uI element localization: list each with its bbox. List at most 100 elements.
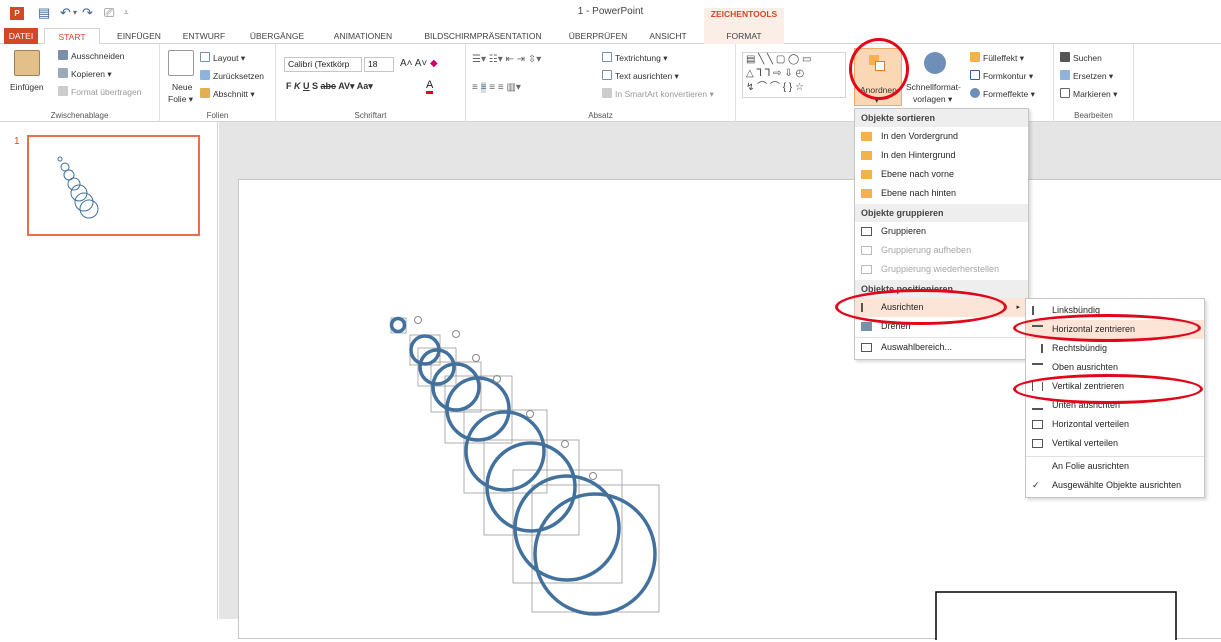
copy-icon bbox=[58, 68, 68, 78]
replace-icon bbox=[1060, 70, 1070, 80]
alignment-buttons[interactable]: ≡ ≡ ≡ ≡ ▥▾ bbox=[472, 82, 521, 93]
paste-button[interactable]: Einfügen bbox=[10, 82, 44, 93]
distribute-horizontal-icon bbox=[1032, 420, 1043, 429]
align-selected-objects-item[interactable]: ✓ Ausgewählte Objekte ausrichten bbox=[1026, 476, 1204, 495]
format-painter-button[interactable]: Format übertragen bbox=[58, 86, 141, 98]
slide-thumbnail[interactable] bbox=[27, 135, 200, 236]
ribbon-tabs: DATEI START EINFÜGEN ENTWURF ÜBERGÄNGE A… bbox=[0, 28, 1221, 45]
outline-label: Formkontur bbox=[983, 71, 1027, 81]
quick-styles-icon[interactable] bbox=[924, 52, 946, 74]
annotation-oval-arrange bbox=[849, 38, 909, 100]
group-label-clipboard: Zwischenablage bbox=[50, 111, 109, 120]
tab-format[interactable]: FORMAT bbox=[704, 28, 784, 44]
shape-fill-button[interactable]: Fülleffekt ▾ bbox=[970, 52, 1024, 64]
align-text-icon bbox=[602, 70, 612, 80]
tab-ansicht[interactable]: ANSICHT bbox=[638, 28, 698, 44]
paste-icon[interactable] bbox=[14, 50, 40, 76]
new-slide-label-1[interactable]: Neue bbox=[172, 82, 192, 93]
select-label: Markieren bbox=[1073, 89, 1111, 99]
brush-icon bbox=[58, 86, 68, 96]
tab-ueberpruefen[interactable]: ÜBERPRÜFEN bbox=[560, 28, 636, 44]
pen-outline-icon bbox=[970, 70, 980, 80]
find-button[interactable]: Suchen bbox=[1060, 52, 1102, 64]
cut-button[interactable]: Ausschneiden bbox=[58, 50, 124, 62]
distribute-vertical-icon bbox=[1032, 439, 1043, 448]
reset-icon bbox=[200, 70, 210, 80]
find-label: Suchen bbox=[1073, 53, 1102, 63]
send-to-back-icon bbox=[861, 151, 872, 160]
align-text-label: Text ausrichten bbox=[615, 71, 673, 81]
font-style-buttons[interactable]: F K U S abc AV▾ Aa▾ bbox=[286, 81, 373, 92]
group-label-font: Schriftart bbox=[354, 111, 387, 120]
menu-header-group: Objekte gruppieren bbox=[855, 204, 1028, 222]
font-size-select[interactable]: 18 bbox=[364, 57, 394, 72]
distribute-vertical-item[interactable]: Vertikal verteilen bbox=[1026, 434, 1204, 453]
checkmark-icon: ✓ bbox=[1032, 480, 1040, 490]
tab-uebergaenge[interactable]: ÜBERGÄNGE bbox=[236, 28, 318, 44]
tab-bildschirmpraesentation[interactable]: BILDSCHIRMPRÄSENTATION bbox=[408, 28, 558, 44]
menu-item-send-backward[interactable]: Ebene nach hinten bbox=[855, 184, 1028, 203]
fill-bucket-icon bbox=[970, 52, 980, 62]
distribute-horizontal-item[interactable]: Horizontal verteilen bbox=[1026, 415, 1204, 434]
menu-item-bring-forward[interactable]: Ebene nach vorne bbox=[855, 165, 1028, 184]
menu-item-group[interactable]: Gruppieren bbox=[855, 222, 1028, 241]
new-slide-label-2[interactable]: Folie ▾ bbox=[168, 94, 193, 105]
font-grow-shrink-buttons[interactable]: A˄ A˅ ◆ bbox=[400, 58, 438, 69]
list-buttons[interactable]: ☰▾ ☷▾ ⇤ ⇥ ⇳▾ bbox=[472, 54, 541, 65]
ungroup-icon bbox=[861, 246, 872, 255]
ribbon: Einfügen Ausschneiden Kopieren ▾ Format … bbox=[0, 44, 1221, 122]
select-button[interactable]: Markieren ▾ bbox=[1060, 88, 1117, 100]
menu-item-selection-pane[interactable]: Auswahlbereich... bbox=[855, 337, 1028, 356]
menu-item-bring-to-front[interactable]: In den Vordergrund bbox=[855, 127, 1028, 146]
slide-number: 1 bbox=[14, 136, 20, 147]
text-direction-label: Textrichtung bbox=[615, 53, 661, 63]
copy-button[interactable]: Kopieren ▾ bbox=[58, 68, 112, 80]
bring-to-front-icon bbox=[861, 132, 872, 141]
submenu-arrow-icon: ▸ bbox=[1016, 304, 1020, 311]
smartart-button[interactable]: In SmartArt konvertieren ▾ bbox=[602, 88, 714, 100]
align-selected-objects-label: Ausgewählte Objekte ausrichten bbox=[1052, 480, 1182, 490]
section-label: Abschnitt bbox=[213, 89, 248, 99]
group-clipboard: Einfügen Ausschneiden Kopieren ▾ Format … bbox=[0, 44, 160, 122]
group-slides: Neue Folie ▾ Layout ▾ Zurücksetzen Absch… bbox=[160, 44, 276, 122]
shapes-gallery[interactable]: ▤ ╲ ╲ ▢ ◯ ▭ △ ⅂ ⅂ ⇨ ⇩ ◴ ↯ ⌒ ⌒ { } ☆ bbox=[742, 52, 846, 98]
tab-datei[interactable]: DATEI bbox=[4, 28, 38, 44]
group-paragraph: ☰▾ ☷▾ ⇤ ⇥ ⇳▾ Textrichtung ▾ Text ausrich… bbox=[466, 44, 736, 122]
section-button[interactable]: Abschnitt ▾ bbox=[200, 88, 255, 100]
shape-effects-button[interactable]: Formeffekte ▾ bbox=[970, 88, 1035, 100]
binoculars-icon bbox=[1060, 52, 1070, 62]
ungroup-label: Gruppierung aufheben bbox=[881, 245, 972, 255]
regroup-icon bbox=[861, 265, 872, 274]
align-to-slide-item[interactable]: An Folie ausrichten bbox=[1026, 456, 1204, 475]
painter-label: Format übertragen bbox=[71, 87, 142, 97]
menu-item-regroup[interactable]: Gruppierung wiederherstellen bbox=[855, 260, 1028, 279]
group-label-slides: Folien bbox=[206, 111, 229, 120]
replace-label: Ersetzen bbox=[1073, 71, 1107, 81]
font-color-button[interactable]: A bbox=[426, 80, 434, 94]
quick-styles-label-2[interactable]: vorlagen ▾ bbox=[913, 94, 952, 105]
layout-button[interactable]: Layout ▾ bbox=[200, 52, 245, 64]
thumbnail-circles bbox=[57, 156, 99, 219]
distribute-vertical-label: Vertikal verteilen bbox=[1052, 438, 1119, 448]
menu-item-send-to-back[interactable]: In den Hintergrund bbox=[855, 146, 1028, 165]
reset-button[interactable]: Zurücksetzen bbox=[200, 70, 264, 82]
text-direction-button[interactable]: Textrichtung ▾ bbox=[602, 52, 667, 64]
annotation-oval-align bbox=[835, 289, 1007, 325]
replace-button[interactable]: Ersetzen ▾ bbox=[1060, 70, 1113, 82]
align-text-button[interactable]: Text ausrichten ▾ bbox=[602, 70, 679, 82]
tab-animationen[interactable]: ANIMATIONEN bbox=[318, 28, 408, 44]
bring-forward-label: Ebene nach vorne bbox=[881, 169, 955, 179]
tab-start[interactable]: START bbox=[44, 28, 100, 45]
reset-label: Zurücksetzen bbox=[213, 71, 265, 81]
shape-outline-button[interactable]: Formkontur ▾ bbox=[970, 70, 1033, 82]
tab-einfuegen[interactable]: EINFÜGEN bbox=[106, 28, 172, 44]
smartart-label: In SmartArt konvertieren bbox=[615, 89, 708, 99]
cursor-icon bbox=[1060, 88, 1070, 98]
text-direction-icon bbox=[602, 52, 612, 62]
group-font: Calibri (Textkörp 18 A˄ A˅ ◆ F K U S abc… bbox=[276, 44, 466, 122]
quick-styles-label-1[interactable]: Schnellformat- bbox=[906, 82, 961, 93]
tab-entwurf[interactable]: ENTWURF bbox=[172, 28, 236, 44]
font-family-select[interactable]: Calibri (Textkörp bbox=[284, 57, 362, 72]
new-slide-icon[interactable] bbox=[168, 50, 194, 76]
menu-item-ungroup[interactable]: Gruppierung aufheben bbox=[855, 241, 1028, 260]
